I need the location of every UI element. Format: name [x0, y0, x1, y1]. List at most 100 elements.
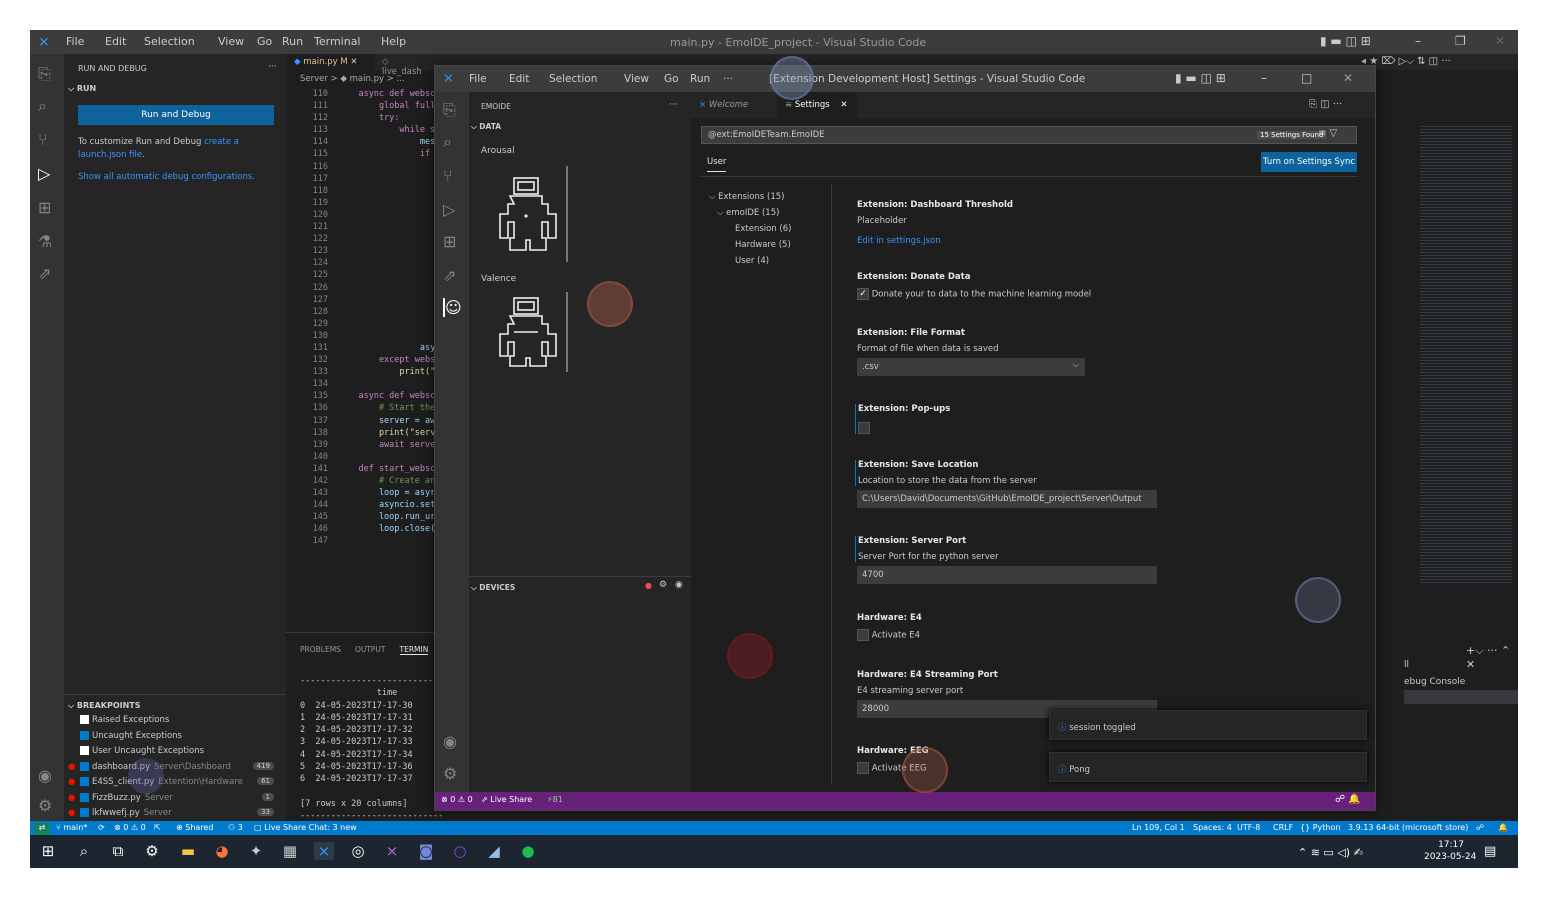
code-line[interactable]: 141 def start_websc	[300, 463, 436, 475]
inner-menu-item[interactable]: File	[469, 73, 487, 85]
source-control-icon[interactable]: ⑂	[38, 130, 48, 149]
inner-menu-item[interactable]: Run	[690, 73, 710, 85]
search-icon[interactable]: ⌕	[38, 96, 47, 116]
code-line[interactable]: 147	[300, 535, 434, 547]
menu-item[interactable]: View	[218, 35, 244, 48]
terminal-shell-label[interactable]: ll	[1404, 660, 1409, 670]
code-line[interactable]: 129	[300, 318, 434, 330]
inner-live-share-icon[interactable]: ⇗	[443, 266, 456, 285]
debug-console-label[interactable]: ebug Console	[1404, 677, 1465, 687]
menu-item[interactable]: Run	[282, 35, 303, 48]
vscode-taskbar-icon[interactable]: ⨯	[314, 842, 334, 860]
encoding[interactable]: UTF-8	[1237, 823, 1260, 832]
code-line[interactable]: 137 server = aw	[300, 415, 436, 427]
breakpoint-exception-item[interactable]: Raised Exceptions	[80, 715, 286, 731]
checkbox[interactable]	[80, 777, 89, 786]
inner-menu-item[interactable]: Selection	[549, 73, 597, 85]
checkbox[interactable]	[80, 808, 89, 817]
terminal-output[interactable]: ---------------------------- time 0 24-05…	[300, 675, 443, 835]
panel-tab[interactable]: PROBLEMS	[300, 645, 341, 654]
show-all-configs-link[interactable]: Show all automatic debug configurations.	[78, 172, 255, 182]
run-debug-icon[interactable]: ▷	[38, 164, 50, 183]
tab-main-py[interactable]: ◆ main.py M ✕	[286, 54, 374, 70]
checkbox[interactable]	[80, 730, 89, 740]
inner-manage-gear-icon[interactable]: ⚙	[443, 764, 457, 783]
popups-checkbox[interactable]	[858, 422, 870, 434]
action-center-icon[interactable]: ▤	[1484, 844, 1496, 859]
live-share-chat[interactable]: ▢ Live Share Chat: 3 new	[254, 823, 357, 832]
code-line[interactable]: 110 async def websc	[300, 88, 436, 100]
obs-icon[interactable]: ○	[450, 842, 470, 860]
inner-menu-item[interactable]: Edit	[509, 73, 529, 85]
save-location-input[interactable]: C:\Users\David\Documents\GitHub\EmoIDE_p…	[857, 490, 1157, 508]
code-line[interactable]: 115 if	[300, 148, 434, 160]
sync-icon[interactable]: ⟳	[98, 823, 105, 832]
windows-start-icon[interactable]: ⊞	[38, 842, 58, 860]
code-line[interactable]: 112 try:	[300, 112, 434, 124]
code-line[interactable]: 114 mes	[300, 136, 436, 148]
panel-tab[interactable]: TERMIN	[399, 645, 429, 655]
extensions-icon[interactable]: ⊞	[38, 198, 51, 217]
maximize-icon[interactable]: ❐	[1455, 34, 1466, 48]
inner-account-icon[interactable]: ◉	[443, 732, 457, 751]
inner-feedback-icons[interactable]: ☍ 🔔	[1335, 794, 1361, 805]
record-icon[interactable]: ●	[645, 581, 652, 590]
emoide-smiley-icon[interactable]: ☺	[443, 298, 462, 317]
minimize-icon[interactable]: –	[1415, 34, 1421, 48]
terminal-list-selected[interactable]	[1404, 690, 1518, 704]
app2-icon[interactable]: ◢	[484, 842, 504, 860]
code-line[interactable]: 130	[300, 330, 434, 342]
checkbox[interactable]	[80, 761, 89, 771]
eeg-checkbox[interactable]	[857, 762, 869, 774]
e4-checkbox[interactable]	[857, 629, 869, 641]
code-line[interactable]: 138 print("serv	[300, 427, 436, 439]
inner-run-debug-icon[interactable]: ▷	[443, 200, 455, 219]
notifications-bell-icon[interactable]: 🔔	[1498, 823, 1508, 832]
filter-icons[interactable]: ≡ ▽	[1318, 128, 1337, 139]
share-count[interactable]: ⚇ 3	[228, 823, 243, 832]
indentation[interactable]: Spaces: 4	[1193, 823, 1232, 832]
account-icon[interactable]: ◉	[38, 766, 52, 785]
menu-item[interactable]: Terminal	[314, 35, 361, 48]
inner-explorer-icon[interactable]: ⎘	[443, 100, 456, 120]
feedback-icon[interactable]: ☍	[1476, 823, 1484, 832]
cursor-position[interactable]: Ln 109, Col 1	[1132, 823, 1185, 832]
checkbox[interactable]	[80, 715, 89, 724]
run-section-header[interactable]: ⌵ RUN	[68, 84, 96, 94]
breakpoint-file-item[interactable]: ● dashboard.py Server\Dashboard 419	[68, 761, 286, 778]
github-icon[interactable]: ◎	[348, 842, 368, 860]
code-line[interactable]: 117	[300, 173, 434, 185]
devices-settings-icon[interactable]: ⚙	[659, 580, 667, 590]
settings-search-input[interactable]: @ext:EmoIDETeam.EmoIDE 15 Settings Found…	[701, 126, 1357, 144]
checkbox[interactable]	[80, 746, 89, 755]
code-line[interactable]: 131 asyncic	[300, 342, 456, 354]
calculator-icon[interactable]: ▦	[280, 842, 300, 860]
manage-gear-icon[interactable]: ⚙	[38, 796, 52, 815]
tray-icons[interactable]: ⌃ ≋ ▭ ◁) ✍	[1298, 846, 1363, 859]
inner-menu-item[interactable]: View	[624, 73, 649, 85]
code-line[interactable]: 135 async def websc	[300, 390, 436, 402]
code-line[interactable]: 142 # Create anc	[300, 475, 441, 487]
git-branch[interactable]: ⑂ main*	[56, 823, 87, 832]
live-share-icon[interactable]: ⇗	[38, 264, 51, 283]
emoide-more-icon[interactable]: ···	[669, 100, 678, 110]
inner-menu-item[interactable]: ···	[723, 73, 733, 85]
code-line[interactable]: 146 loop.close(	[300, 523, 436, 535]
code-line[interactable]: 145 loop.run_ur	[300, 511, 436, 523]
spotify-icon[interactable]: ●	[518, 842, 538, 860]
run-and-debug-button[interactable]: Run and Debug	[78, 105, 274, 125]
code-line[interactable]: 113 while s	[300, 124, 436, 136]
visual-studio-icon[interactable]: ⨯	[382, 842, 402, 860]
code-line[interactable]: 126	[300, 282, 434, 294]
menu-item[interactable]: Go	[257, 35, 272, 48]
app-icon[interactable]: ✦	[246, 842, 266, 860]
inner-live-share[interactable]: ⇗ Live Share	[481, 795, 532, 804]
code-line[interactable]: 123	[300, 245, 434, 257]
code-line[interactable]: 136 # Start the	[300, 402, 436, 414]
toc-item[interactable]: Hardware (5)	[709, 240, 829, 256]
testing-icon[interactable]: ⚗	[38, 232, 52, 251]
inner-close-icon[interactable]: ✕	[1343, 71, 1353, 85]
code-line[interactable]: 127	[300, 294, 434, 306]
tab-live-dash[interactable]: ◇ live_dash	[376, 54, 436, 77]
server-port-input[interactable]: 4700	[857, 566, 1157, 584]
